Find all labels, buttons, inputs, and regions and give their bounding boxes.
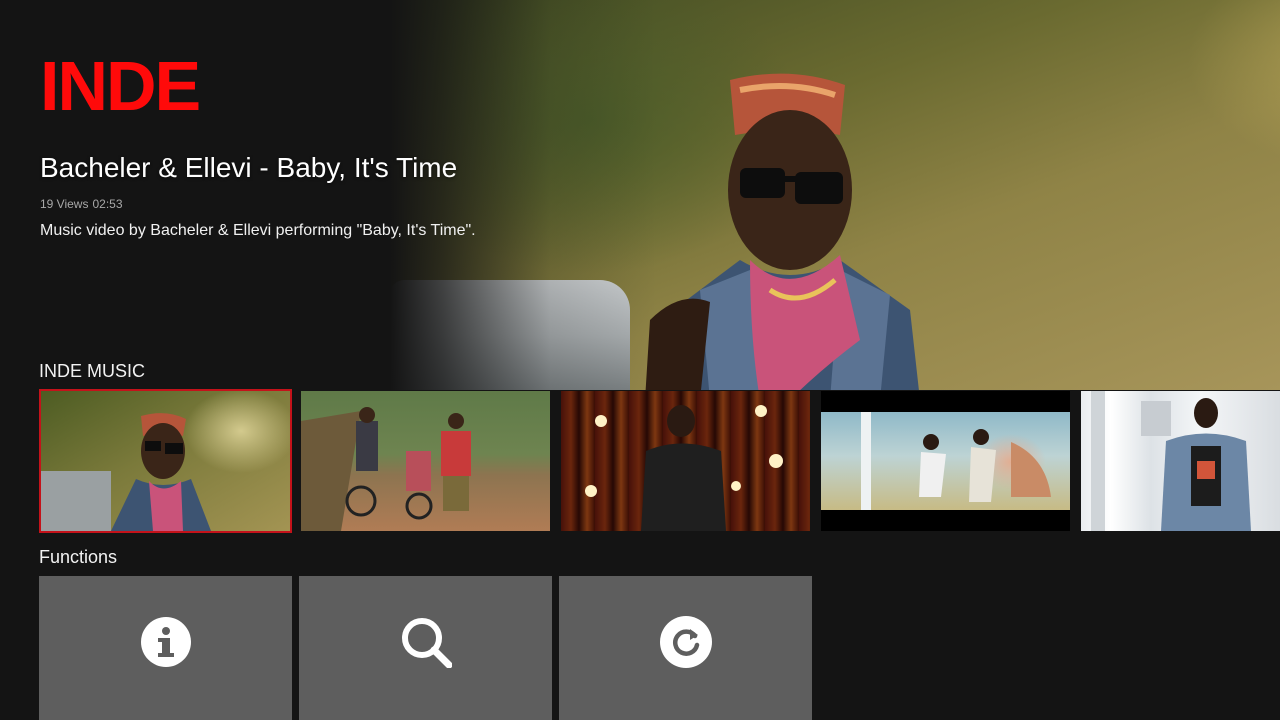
letterboxed-video-frame bbox=[821, 412, 1070, 510]
road-thumbnail-art bbox=[301, 407, 471, 531]
row-header-functions: Functions bbox=[39, 547, 118, 567]
refresh-icon bbox=[660, 616, 712, 668]
video-card-1[interactable] bbox=[39, 389, 292, 533]
inde-logo: INDE bbox=[40, 52, 201, 114]
app-screen: INDE Bacheler & Ellevi - Baby, It's Time… bbox=[0, 0, 1280, 720]
logo-text: INDE bbox=[40, 52, 199, 114]
function-tile-refresh[interactable] bbox=[559, 576, 812, 720]
video-duration: 02:53 bbox=[92, 197, 123, 211]
function-tile-info[interactable] bbox=[39, 576, 292, 720]
video-card-3[interactable] bbox=[561, 391, 810, 531]
hero-title: Bacheler & Ellevi - Baby, It's Time bbox=[40, 152, 458, 183]
video-card-2[interactable] bbox=[301, 391, 550, 531]
portrait-thumbnail-art bbox=[1091, 391, 1251, 531]
function-tile-search[interactable] bbox=[299, 576, 552, 720]
video-thumbnail bbox=[41, 391, 290, 531]
video-card-4[interactable] bbox=[821, 391, 1070, 531]
video-card-5[interactable] bbox=[1081, 391, 1280, 531]
performer-thumbnail-art bbox=[41, 413, 211, 531]
stage-thumbnail-art bbox=[561, 391, 810, 531]
video-thumbnail bbox=[821, 391, 1070, 531]
video-thumbnail bbox=[301, 391, 550, 531]
hero-background-image bbox=[390, 0, 1280, 390]
search-icon bbox=[402, 618, 452, 668]
info-icon bbox=[141, 617, 191, 667]
hero-description: Music video by Bacheler & Ellevi perform… bbox=[40, 222, 476, 239]
hero-performer-image bbox=[645, 73, 919, 390]
video-thumbnail bbox=[1081, 391, 1280, 531]
dance-thumbnail-art bbox=[861, 412, 1051, 510]
view-count: 19 Views bbox=[40, 197, 89, 211]
video-thumbnail bbox=[561, 391, 810, 531]
hero-meta: 19 Views 02:53 bbox=[40, 197, 127, 211]
row-header-inde-music: INDE MUSIC bbox=[39, 361, 146, 381]
hero-car-shape bbox=[390, 280, 630, 390]
